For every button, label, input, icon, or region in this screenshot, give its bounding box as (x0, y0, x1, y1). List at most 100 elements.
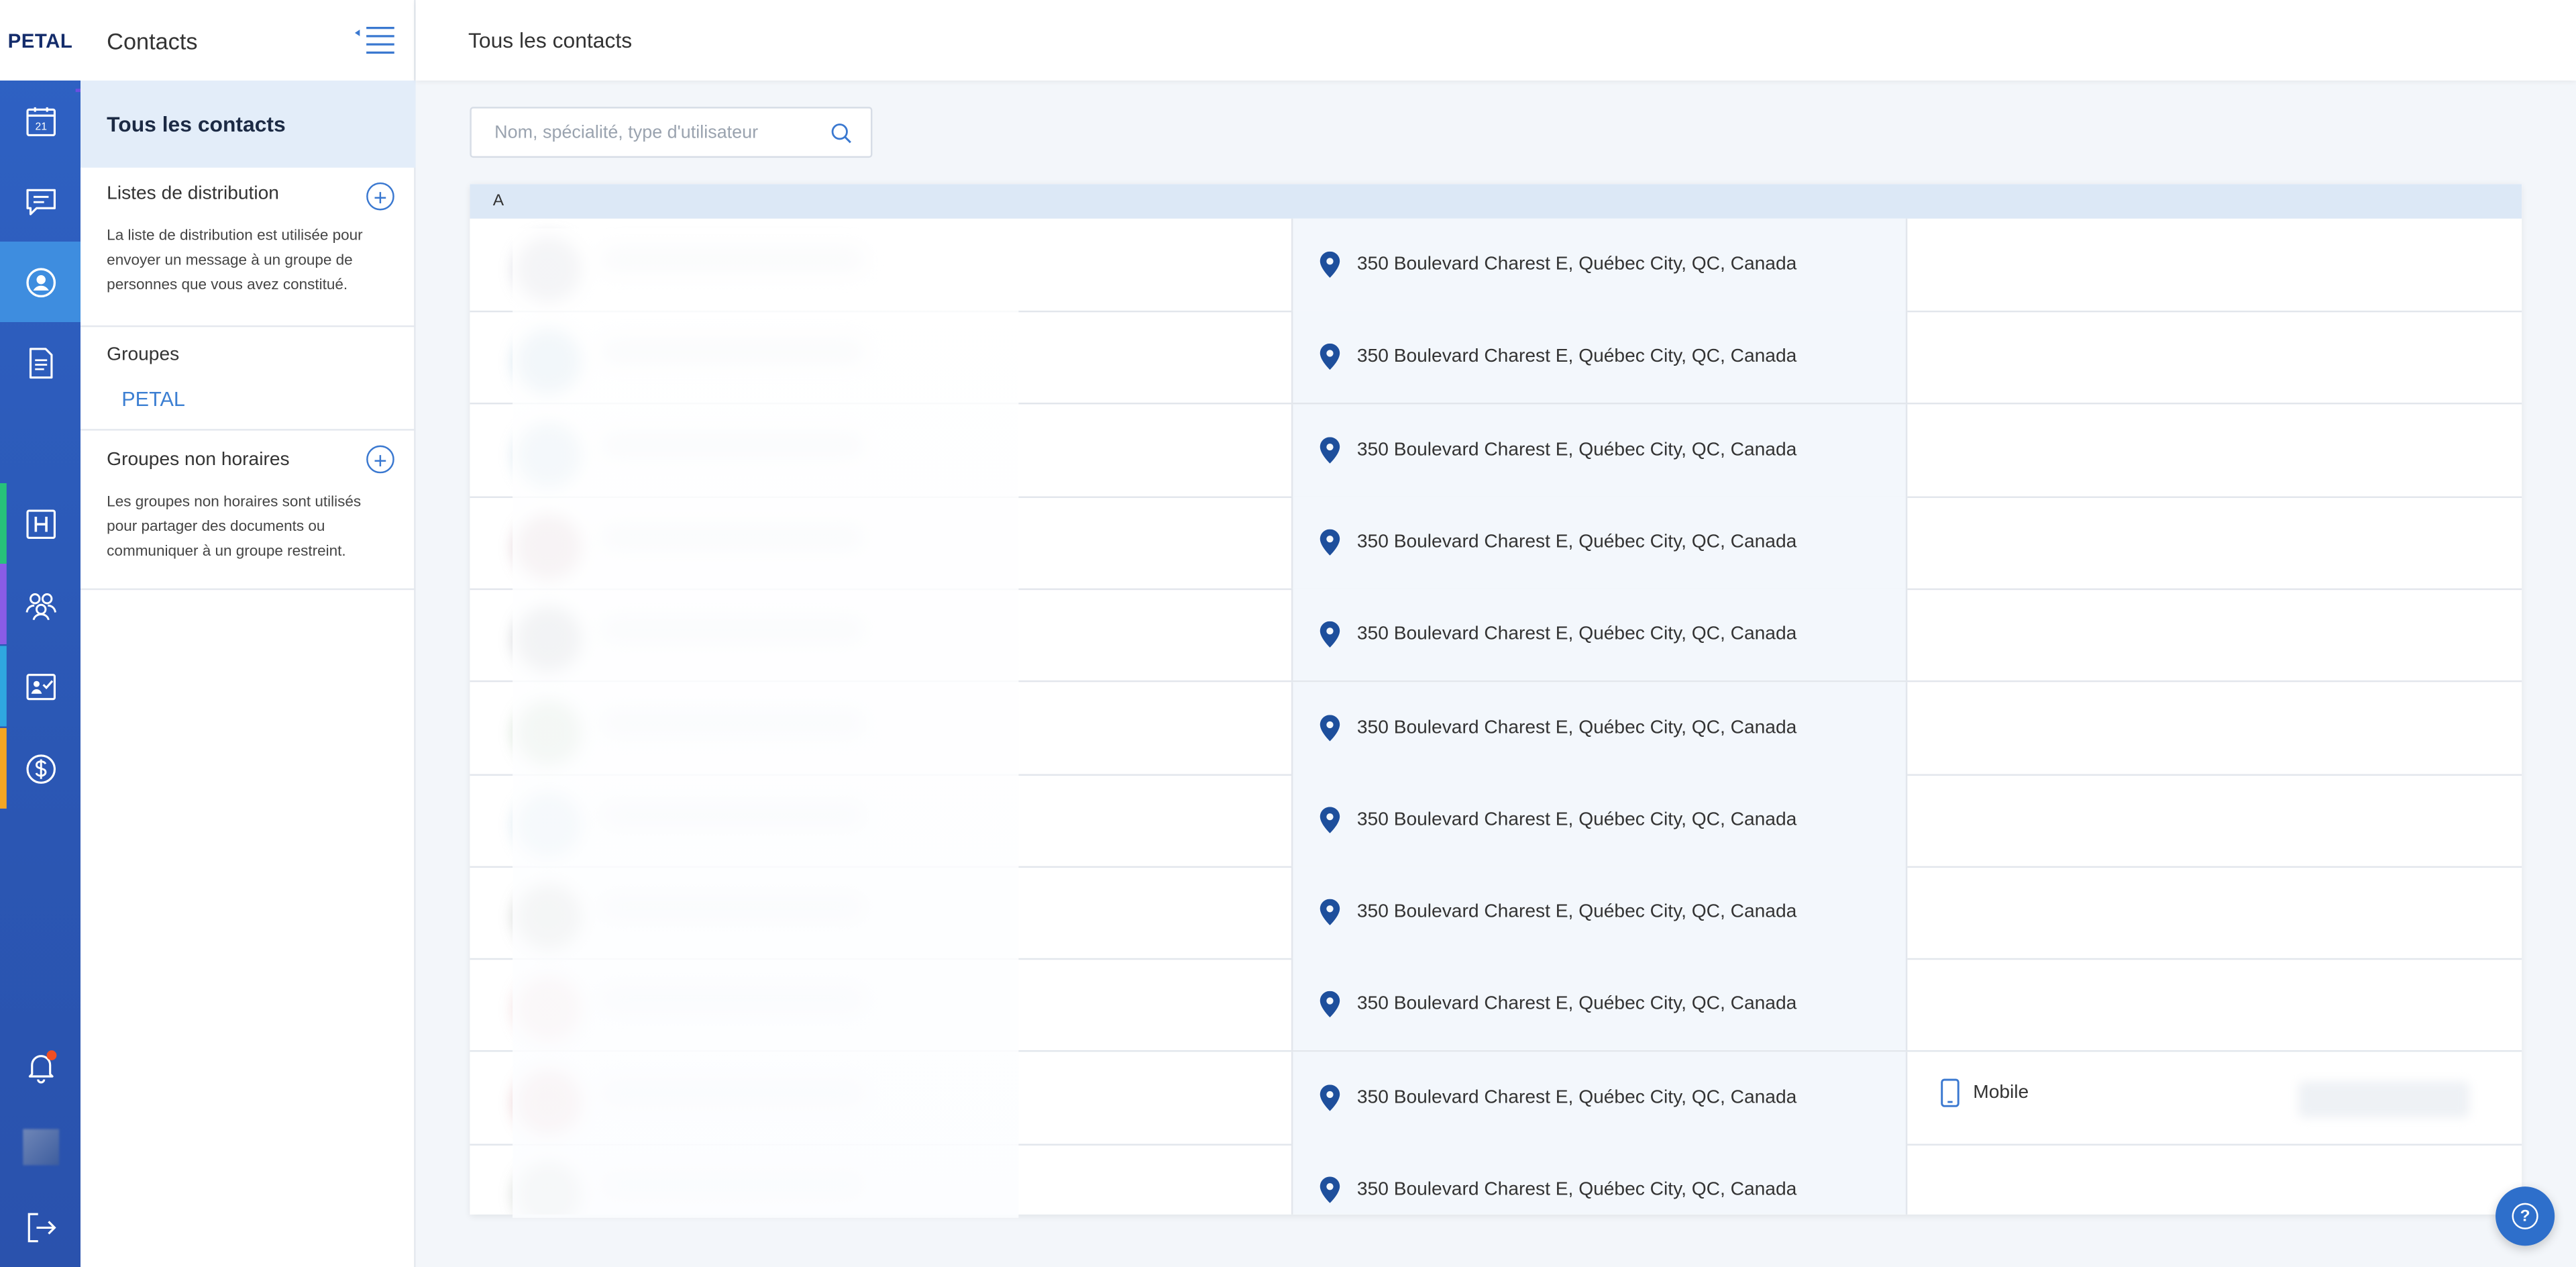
logo-text: PETAL (7, 28, 73, 52)
contact-address-cell: 350 Boulevard Charest E, Québec City, QC… (1291, 589, 1908, 681)
redacted-names-overlay (513, 228, 1019, 1218)
contact-phone-cell (1907, 496, 2522, 588)
icon-rail: PETAL 21 (0, 0, 84, 1267)
location-pin-icon (1320, 621, 1340, 648)
sidebar-header: Contacts (80, 0, 416, 81)
non-schedule-groups-title[interactable]: Groupes non horaires (107, 450, 392, 470)
calendar-icon: 21 (25, 106, 55, 136)
non-schedule-groups-section: Groupes non horaires + Les groupes non h… (80, 431, 416, 591)
contact-address: 350 Boulevard Charest E, Québec City, QC… (1356, 347, 1797, 367)
distribution-lists-description: La liste de distribution est utilisée po… (107, 226, 363, 293)
location-pin-icon (1320, 991, 1340, 1018)
team-icon (25, 592, 56, 619)
hospital-icon (25, 509, 55, 538)
contact-address-cell: 350 Boulevard Charest E, Québec City, QC… (1291, 866, 1908, 958)
contact-phone-cell (1907, 866, 2522, 958)
contacts-icon (25, 267, 55, 297)
distribution-lists-section: Listes de distribution + La liste de dis… (80, 168, 416, 327)
rail-logout[interactable] (0, 1186, 80, 1267)
rail-contacts[interactable] (0, 242, 81, 323)
location-pin-icon (1320, 806, 1340, 833)
contact-phone-cell (1907, 589, 2522, 680)
rail-team[interactable] (0, 564, 80, 645)
sidebar-title: Contacts (107, 27, 198, 54)
collapse-menu-icon[interactable] (354, 25, 396, 54)
document-icon (28, 347, 52, 378)
contact-address-cell: 350 Boulevard Charest E, Québec City, QC… (1291, 403, 1908, 496)
sidebar-item-label: Tous les contacts (107, 111, 286, 137)
rail-documents[interactable] (0, 322, 80, 403)
rail-calendar[interactable]: 21 (0, 81, 80, 161)
contacts-sidebar: Contacts Tous les contacts Listes de dis… (80, 0, 416, 1267)
sidebar-item-all-contacts[interactable]: Tous les contacts (80, 81, 416, 168)
contact-phone-cell: Mobile (1907, 1052, 2522, 1144)
section-letter-header: A (470, 184, 2522, 219)
rail-billing[interactable] (0, 727, 80, 809)
contact-address-cell: 350 Boulevard Charest E, Québec City, QC… (1291, 1144, 1908, 1215)
rail-hospital[interactable] (0, 483, 80, 564)
contact-phone-cell (1907, 1144, 2522, 1215)
bell-icon (28, 1049, 56, 1083)
contact-address-cell: 350 Boulevard Charest E, Québec City, QC… (1291, 218, 1908, 311)
question-icon: ? (2512, 1203, 2538, 1229)
search-input[interactable] (494, 122, 815, 142)
checklist-icon (25, 672, 55, 699)
page-title: Tous les contacts (468, 28, 633, 53)
rail-user-avatar[interactable] (0, 1106, 80, 1186)
contact-phone-cell (1907, 311, 2522, 403)
distribution-lists-title[interactable]: Listes de distribution (107, 184, 392, 203)
page-header: Tous les contacts (415, 0, 2576, 81)
avatar (22, 1128, 58, 1165)
logout-icon (27, 1212, 56, 1241)
contact-phone-cell (1907, 681, 2522, 773)
contact-address-cell: 350 Boulevard Charest E, Québec City, QC… (1291, 773, 1908, 866)
tasks-accent (0, 646, 7, 727)
contact-phone-cell (1907, 959, 2522, 1051)
contact-address-cell: 350 Boulevard Charest E, Québec City, QC… (1291, 958, 1908, 1051)
location-pin-icon (1320, 714, 1340, 741)
chat-icon (25, 188, 55, 215)
search-icon[interactable] (830, 121, 853, 144)
contact-phone-cell (1907, 219, 2522, 311)
contact-address: 350 Boulevard Charest E, Québec City, QC… (1356, 717, 1797, 738)
location-pin-icon (1320, 529, 1340, 556)
location-pin-icon (1320, 1176, 1340, 1203)
contact-address: 350 Boulevard Charest E, Québec City, QC… (1356, 625, 1797, 645)
group-item-petal[interactable]: PETAL (121, 388, 392, 411)
svg-text:21: 21 (34, 120, 46, 132)
billing-icon (25, 754, 55, 783)
contact-address: 350 Boulevard Charest E, Québec City, QC… (1356, 995, 1797, 1015)
rail-tasks[interactable] (0, 646, 80, 727)
contact-address: 350 Boulevard Charest E, Québec City, QC… (1356, 1180, 1797, 1200)
contact-address-cell: 350 Boulevard Charest E, Québec City, QC… (1291, 1051, 1908, 1144)
contact-address: 350 Boulevard Charest E, Québec City, QC… (1356, 1087, 1797, 1107)
petal-logo[interactable]: PETAL (0, 0, 84, 93)
add-non-schedule-group-button[interactable]: + (366, 445, 394, 474)
rail-notifications[interactable] (0, 1025, 80, 1106)
contact-address: 350 Boulevard Charest E, Québec City, QC… (1356, 809, 1797, 830)
location-pin-icon (1320, 1084, 1340, 1111)
location-pin-icon (1320, 899, 1340, 926)
add-distribution-list-button[interactable]: + (366, 182, 394, 211)
contact-address: 350 Boulevard Charest E, Québec City, QC… (1356, 254, 1797, 274)
rail-messages[interactable] (0, 161, 80, 242)
mobile-phone-icon (1941, 1078, 1960, 1107)
contact-address: 350 Boulevard Charest E, Québec City, QC… (1356, 532, 1797, 552)
phone-label: Mobile (1940, 1078, 2029, 1107)
contact-phone-cell (1907, 403, 2522, 495)
location-pin-icon (1320, 251, 1340, 278)
search-box (470, 107, 873, 158)
billing-accent (0, 727, 7, 809)
groups-section: Groupes PETAL (80, 327, 416, 431)
contact-address-cell: 350 Boulevard Charest E, Québec City, QC… (1291, 496, 1908, 589)
phone-number-redacted (2298, 1080, 2469, 1117)
phone-type: Mobile (1973, 1082, 2029, 1103)
contact-address: 350 Boulevard Charest E, Québec City, QC… (1356, 440, 1797, 460)
location-pin-icon (1320, 344, 1340, 370)
hospital-accent (0, 483, 7, 564)
contact-address-cell: 350 Boulevard Charest E, Québec City, QC… (1291, 681, 1908, 774)
contact-address: 350 Boulevard Charest E, Québec City, QC… (1356, 902, 1797, 923)
contact-phone-cell (1907, 774, 2522, 866)
help-button[interactable]: ? (2496, 1186, 2555, 1246)
non-schedule-groups-description: Les groupes non horaires sont utilisés p… (107, 493, 362, 559)
